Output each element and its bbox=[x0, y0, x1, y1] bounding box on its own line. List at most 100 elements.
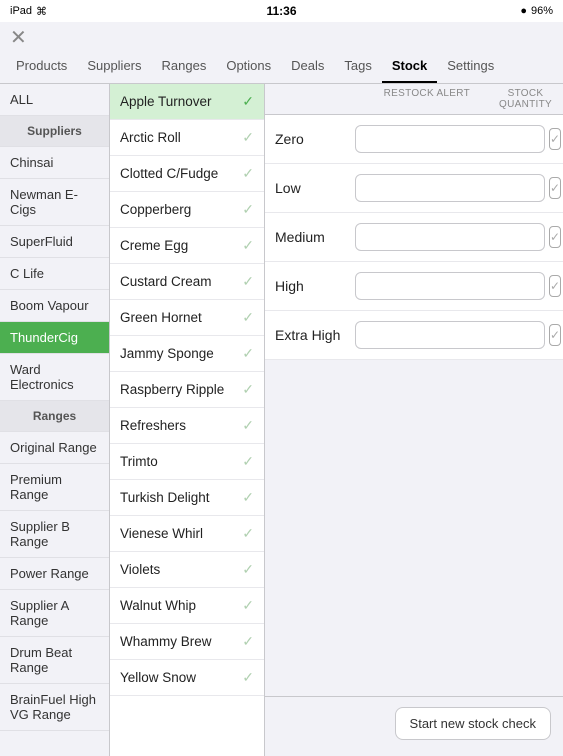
restock-input-medium[interactable] bbox=[355, 223, 545, 251]
product-label: Apple Turnover bbox=[120, 94, 212, 109]
product-label: Jammy Sponge bbox=[120, 346, 214, 361]
sidebar-item-drumbeat[interactable]: Drum Beat Range bbox=[0, 637, 109, 684]
product-item-whammy-brew[interactable]: Whammy Brew ✓ bbox=[110, 624, 264, 660]
tab-tags[interactable]: Tags bbox=[334, 50, 381, 83]
start-stock-check-button[interactable]: Start new stock check bbox=[395, 707, 551, 740]
top-bar: ✕ Products Suppliers Ranges Options Deal… bbox=[0, 22, 563, 84]
product-item-creme-egg[interactable]: Creme Egg ✓ bbox=[110, 228, 264, 264]
stock-row-medium: Medium ✓ 34 ✕ bbox=[265, 213, 563, 262]
product-label: Vienese Whirl bbox=[120, 526, 203, 541]
product-item-custard-cream[interactable]: Custard Cream ✓ bbox=[110, 264, 264, 300]
stock-level-label: Low bbox=[275, 180, 355, 196]
sidebar-item-original[interactable]: Original Range bbox=[0, 432, 109, 464]
tab-products[interactable]: Products bbox=[6, 50, 77, 83]
stock-level-label: Zero bbox=[275, 131, 355, 147]
device-label: iPad bbox=[10, 5, 32, 17]
check-icon: ✓ bbox=[242, 309, 254, 326]
restock-check-medium[interactable]: ✓ bbox=[549, 226, 561, 248]
sidebar-item-supplierb[interactable]: Supplier B Range bbox=[0, 511, 109, 558]
close-row: ✕ bbox=[0, 22, 563, 50]
restock-check-extra-high[interactable]: ✓ bbox=[549, 324, 561, 346]
bottom-bar: Start new stock check bbox=[265, 696, 563, 750]
main-content: ALL Suppliers Chinsai Newman E-Cigs Supe… bbox=[0, 84, 563, 756]
sidebar-item-thundercig[interactable]: ThunderCig bbox=[0, 322, 109, 354]
product-item-vienese-whirl[interactable]: Vienese Whirl ✓ bbox=[110, 516, 264, 552]
product-item-walnut-whip[interactable]: Walnut Whip ✓ bbox=[110, 588, 264, 624]
check-icon: ✓ bbox=[242, 561, 254, 578]
close-button[interactable]: ✕ bbox=[10, 28, 27, 48]
tab-ranges[interactable]: Ranges bbox=[152, 50, 217, 83]
sidebar-item-chinsai[interactable]: Chinsai bbox=[0, 147, 109, 179]
battery-icon: ● bbox=[520, 5, 527, 17]
check-icon: ✓ bbox=[242, 237, 254, 254]
product-item-apple-turnover[interactable]: Apple Turnover ✓ bbox=[110, 84, 264, 120]
restock-input-extra-high[interactable] bbox=[355, 321, 545, 349]
sidebar-item-ward[interactable]: Ward Electronics bbox=[0, 354, 109, 401]
product-label: Violets bbox=[120, 562, 160, 577]
check-icon: ✓ bbox=[242, 597, 254, 614]
tab-suppliers[interactable]: Suppliers bbox=[77, 50, 151, 83]
check-icon: ✓ bbox=[242, 525, 254, 542]
product-item-jammy-sponge[interactable]: Jammy Sponge ✓ bbox=[110, 336, 264, 372]
stock-level-label: High bbox=[275, 278, 355, 294]
restock-check-high[interactable]: ✓ bbox=[549, 275, 561, 297]
restock-input-zero[interactable] bbox=[355, 125, 545, 153]
sidebar-item-superfluid[interactable]: SuperFluid bbox=[0, 226, 109, 258]
stock-row-extra-high: Extra High ✓ 0 ✕ bbox=[265, 311, 563, 360]
stock-row-low: Low ✓ 19 ✕ bbox=[265, 164, 563, 213]
product-item-clotted-cfudge[interactable]: Clotted C/Fudge ✓ bbox=[110, 156, 264, 192]
sidebar-item-premium[interactable]: Premium Range bbox=[0, 464, 109, 511]
restock-check-zero[interactable]: ✓ bbox=[549, 128, 561, 150]
product-label: Whammy Brew bbox=[120, 634, 212, 649]
product-item-trimto[interactable]: Trimto ✓ bbox=[110, 444, 264, 480]
stock-row-high: High ✓ 17 ✕ bbox=[265, 262, 563, 311]
stock-level-label: Extra High bbox=[275, 327, 355, 343]
product-label: Creme Egg bbox=[120, 238, 188, 253]
check-icon: ✓ bbox=[242, 273, 254, 290]
sidebar-item-all[interactable]: ALL bbox=[0, 84, 109, 116]
product-label: Walnut Whip bbox=[120, 598, 196, 613]
product-item-yellow-snow[interactable]: Yellow Snow ✓ bbox=[110, 660, 264, 696]
product-label: Copperberg bbox=[120, 202, 191, 217]
check-icon: ✓ bbox=[242, 129, 254, 146]
stock-rows: Zero ✓ 18 ✕ Low ✓ 19 ✕ Medium ✓ 34 ✕ bbox=[265, 115, 563, 360]
nav-tabs: Products Suppliers Ranges Options Deals … bbox=[0, 50, 563, 83]
check-icon: ✓ bbox=[242, 345, 254, 362]
product-label: Green Hornet bbox=[120, 310, 202, 325]
qty-header-label: STOCK QUANTITY bbox=[498, 88, 553, 110]
product-item-green-hornet[interactable]: Green Hornet ✓ bbox=[110, 300, 264, 336]
sidebar-item-newman[interactable]: Newman E-Cigs bbox=[0, 179, 109, 226]
restock-check-low[interactable]: ✓ bbox=[549, 177, 561, 199]
product-item-turkish-delight[interactable]: Turkish Delight ✓ bbox=[110, 480, 264, 516]
battery-label: 96% bbox=[531, 5, 553, 17]
product-item-raspberry-ripple[interactable]: Raspberry Ripple ✓ bbox=[110, 372, 264, 408]
sidebar-item-power[interactable]: Power Range bbox=[0, 558, 109, 590]
tab-options[interactable]: Options bbox=[216, 50, 281, 83]
product-item-arctic-roll[interactable]: Arctic Roll ✓ bbox=[110, 120, 264, 156]
product-item-violets[interactable]: Violets ✓ bbox=[110, 552, 264, 588]
check-icon: ✓ bbox=[242, 201, 254, 218]
stock-header: RESTOCK ALERT STOCK QUANTITY bbox=[265, 84, 563, 115]
check-icon: ✓ bbox=[242, 633, 254, 650]
product-item-copperberg[interactable]: Copperberg ✓ bbox=[110, 192, 264, 228]
restock-header-label: RESTOCK ALERT bbox=[384, 88, 470, 110]
check-icon: ✓ bbox=[242, 165, 254, 182]
status-time: 11:36 bbox=[266, 4, 296, 18]
sidebar-item-suppliera[interactable]: Supplier A Range bbox=[0, 590, 109, 637]
tab-deals[interactable]: Deals bbox=[281, 50, 334, 83]
restock-input-high[interactable] bbox=[355, 272, 545, 300]
product-label: Arctic Roll bbox=[120, 130, 181, 145]
tab-stock[interactable]: Stock bbox=[382, 50, 437, 83]
status-right: ● 96% bbox=[520, 5, 553, 17]
check-icon: ✓ bbox=[242, 489, 254, 506]
product-item-refreshers[interactable]: Refreshers ✓ bbox=[110, 408, 264, 444]
product-list: Apple Turnover ✓ Arctic Roll ✓ Clotted C… bbox=[110, 84, 265, 756]
restock-input-low[interactable] bbox=[355, 174, 545, 202]
sidebar-item-clife[interactable]: C Life bbox=[0, 258, 109, 290]
right-panel: RESTOCK ALERT STOCK QUANTITY Zero ✓ 18 ✕… bbox=[265, 84, 563, 756]
tab-settings[interactable]: Settings bbox=[437, 50, 504, 83]
status-bar: iPad ⌘ 11:36 ● 96% bbox=[0, 0, 563, 22]
sidebar-item-brainfuel[interactable]: BrainFuel High VG Range bbox=[0, 684, 109, 731]
sidebar-item-boom[interactable]: Boom Vapour bbox=[0, 290, 109, 322]
check-icon: ✓ bbox=[242, 93, 254, 110]
